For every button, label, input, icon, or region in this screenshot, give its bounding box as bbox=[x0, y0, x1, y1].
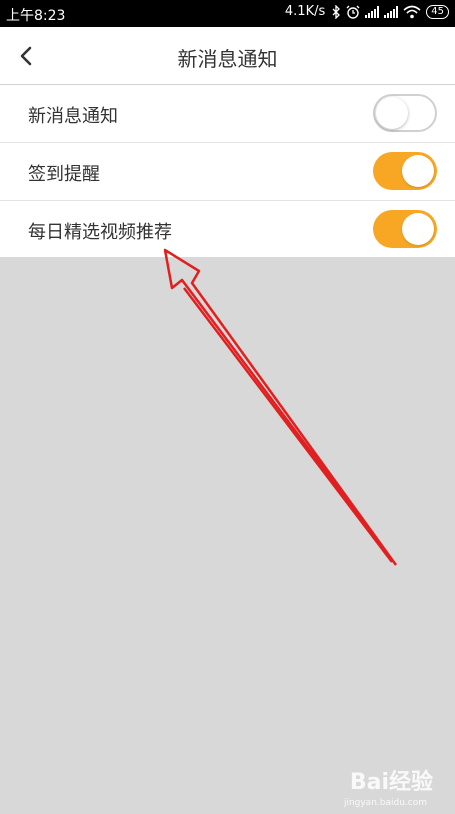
setting-row-daily-video[interactable]: 每日精选视频推荐 bbox=[0, 201, 455, 257]
network-speed: 4.1K/s bbox=[284, 4, 326, 19]
wifi-icon bbox=[403, 5, 421, 18]
setting-row-checkin-reminder[interactable]: 签到提醒 bbox=[0, 143, 455, 201]
toggle-knob bbox=[402, 155, 434, 187]
status-bar: 上午8:23 4.1K/s 45 bbox=[0, 0, 455, 27]
page-title: 新消息通知 bbox=[177, 47, 278, 71]
watermark-url: jingyan.baidu.com bbox=[343, 798, 427, 808]
setting-label: 签到提醒 bbox=[28, 164, 100, 185]
daily-video-toggle[interactable] bbox=[373, 210, 437, 248]
setting-label: 新消息通知 bbox=[28, 106, 118, 127]
setting-row-new-message[interactable]: 新消息通知 bbox=[0, 85, 455, 143]
status-time: 上午8:23 bbox=[6, 8, 66, 24]
settings-list: 新消息通知 签到提醒 每日精选视频推荐 bbox=[0, 85, 455, 257]
checkin-reminder-toggle[interactable] bbox=[373, 152, 437, 190]
status-icons: 4.1K/s 45 bbox=[285, 4, 449, 19]
alarm-icon bbox=[346, 5, 360, 19]
watermark-logo: Bai经验 bbox=[349, 770, 433, 795]
new-message-toggle[interactable] bbox=[373, 94, 437, 132]
battery-indicator: 45 bbox=[426, 4, 449, 19]
bluetooth-icon bbox=[332, 4, 341, 19]
header-bar: 新消息通知 bbox=[0, 27, 455, 85]
signal-icon-2 bbox=[384, 5, 399, 18]
toggle-knob bbox=[376, 97, 408, 129]
setting-label: 每日精选视频推荐 bbox=[28, 222, 172, 243]
toggle-knob bbox=[402, 213, 434, 245]
signal-icon bbox=[365, 5, 380, 18]
